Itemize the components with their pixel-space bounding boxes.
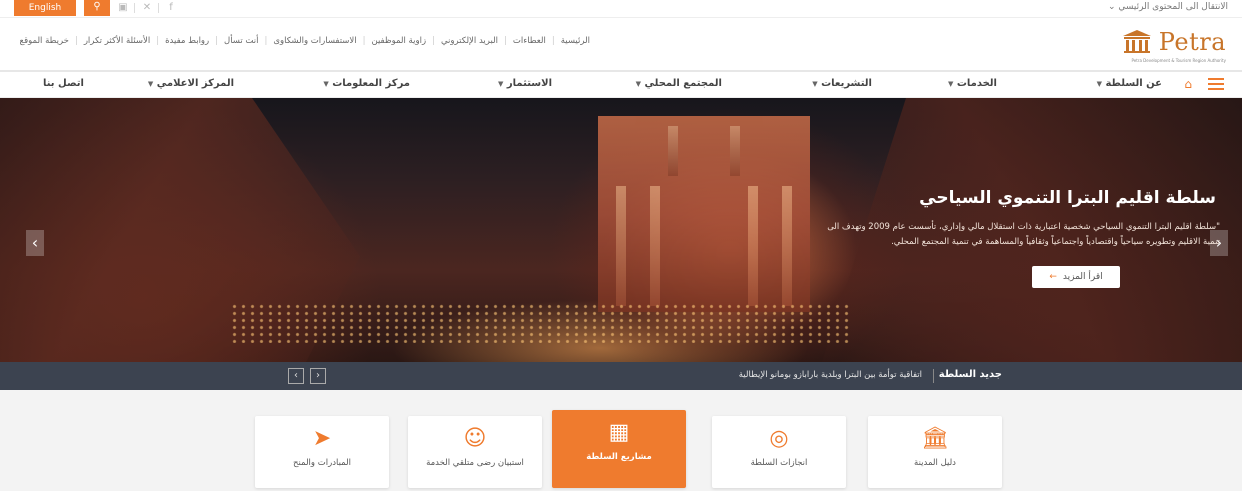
chevron-down-icon: ▼ bbox=[147, 80, 154, 88]
petra-logo[interactable]: Petra Petra Development & Tourism Region… bbox=[1114, 24, 1226, 68]
quick-links: الرئيسية | العطاءات | البريد الإلكتروني | ز… bbox=[19, 36, 590, 46]
hamburger-menu-icon[interactable] bbox=[1208, 78, 1224, 90]
blueprint-icon: ▦ bbox=[608, 420, 630, 445]
search-icon[interactable]: ⚲ bbox=[84, 0, 110, 16]
quick-link-useful-links[interactable]: روابط مفيدة bbox=[165, 36, 209, 46]
ticker-label: جديد السلطة bbox=[938, 369, 1002, 380]
services-section: 🏛 دليل المدينة ◎ انجازات السلطة ▦ مشاريع… bbox=[0, 390, 1242, 491]
quick-link-faq[interactable]: الأسئلة الأكثر تكرار bbox=[84, 36, 150, 46]
building-icon: 🏛 bbox=[921, 426, 949, 451]
nav-item-legislation[interactable]: التشريعات ▼ bbox=[812, 78, 872, 89]
facebook-icon[interactable]: f bbox=[162, 1, 180, 15]
quick-link-complaints[interactable]: الاستفسارات والشكاوى bbox=[273, 36, 356, 46]
quick-link-email[interactable]: البريد الإلكتروني bbox=[441, 36, 498, 46]
nav-item-contact[interactable]: اتصل بنا bbox=[43, 78, 84, 89]
slider-prev-button[interactable]: ‹ bbox=[26, 230, 44, 256]
read-more-label: اقرأ المزيد bbox=[1062, 272, 1103, 282]
logo-text: Petra bbox=[1158, 28, 1226, 56]
chevron-down-icon: ▼ bbox=[812, 80, 818, 88]
chevron-down-icon: ▼ bbox=[947, 80, 954, 88]
topbar-divider bbox=[134, 3, 135, 13]
service-card-label: انجازات السلطة bbox=[750, 458, 808, 468]
nav-item-media-center[interactable]: المركز الاعلامي ▼ bbox=[148, 78, 234, 89]
nav-item-info-center[interactable]: مركز المعلومات ▼ bbox=[323, 78, 410, 89]
service-card-label: دليل المدينة bbox=[914, 458, 956, 468]
quick-link-sitemap[interactable]: خريطة الموقع bbox=[20, 36, 69, 46]
top-utility-bar: English ⚲ ▣ ✕ f الانتقال الى المحتوى الر… bbox=[0, 0, 1242, 18]
target-icon: ◎ bbox=[769, 426, 789, 451]
chevron-down-icon: ▼ bbox=[498, 80, 504, 88]
service-card-label: استبيان رضى متلقي الخدمة bbox=[426, 458, 524, 468]
quick-link-ask[interactable]: أنت تسأل bbox=[224, 36, 259, 46]
nav-item-investment[interactable]: الاستثمار ▼ bbox=[498, 78, 552, 89]
service-card-label: المبادرات والمنح bbox=[293, 458, 351, 468]
service-card-city-guide[interactable]: 🏛 دليل المدينة bbox=[868, 416, 1002, 488]
logo-tagline: Petra Development & Tourism Region Autho… bbox=[1131, 58, 1227, 63]
nav-item-services[interactable]: الخدمات ▼ bbox=[948, 78, 997, 89]
accessibility-icon[interactable]: ▣ bbox=[114, 1, 132, 15]
ticker-prev-button[interactable]: ‹ bbox=[288, 368, 304, 384]
rocket-icon: ➤ bbox=[312, 426, 332, 451]
service-card-initiatives[interactable]: ➤ المبادرات والمنح bbox=[255, 416, 389, 488]
service-card-survey[interactable]: ☺ استبيان رضى متلقي الخدمة bbox=[408, 416, 542, 488]
quick-link-home[interactable]: الرئيسية bbox=[561, 36, 590, 46]
chevron-down-icon: ▼ bbox=[323, 80, 329, 88]
treasury-facade-image bbox=[598, 116, 810, 312]
hero-description: "سلطة اقليم البترا التنموي السياحي شخصية… bbox=[827, 222, 1220, 247]
skip-to-content-link[interactable]: الانتقال الى المحتوى الرئيسي ⌄ bbox=[1108, 2, 1228, 12]
language-switch-button[interactable]: English bbox=[14, 0, 76, 16]
quick-link-tenders[interactable]: العطاءات bbox=[513, 36, 546, 46]
ticker-next-button[interactable]: › bbox=[310, 368, 326, 384]
service-card-projects[interactable]: ▦ مشاريع السلطة bbox=[552, 410, 686, 488]
ticker-news-item[interactable]: اتفاقية توأمة بين البترا وبلدية بارابازو… bbox=[739, 370, 922, 380]
home-icon[interactable]: ⌂ bbox=[1184, 77, 1192, 91]
service-card-achievements[interactable]: ◎ انجازات السلطة bbox=[712, 416, 846, 488]
columns-logo-icon bbox=[1123, 30, 1151, 53]
hero-title: سلطة اقليم البترا التنموي السياحي bbox=[919, 188, 1216, 208]
topbar-divider bbox=[158, 3, 159, 13]
chevron-down-icon: ▼ bbox=[635, 80, 642, 88]
main-navigation: ⌂ عن السلطة ▼ الخدمات ▼ التشريعات ▼ المج… bbox=[0, 70, 1242, 98]
service-card-label: مشاريع السلطة bbox=[586, 452, 652, 462]
site-header: الرئيسية | العطاءات | البريد الإلكتروني | ز… bbox=[0, 18, 1242, 70]
x-social-icon[interactable]: ✕ bbox=[138, 1, 156, 15]
survey-icon: ☺ bbox=[463, 426, 487, 451]
candlelight-image bbox=[230, 303, 850, 343]
quick-link-employees[interactable]: زاوية الموظفين bbox=[372, 36, 427, 46]
news-ticker: ‹ › اتفاقية توأمة بين البترا وبلدية بارا… bbox=[0, 362, 1242, 390]
chevron-down-icon: ▼ bbox=[1096, 80, 1102, 88]
nav-item-about[interactable]: عن السلطة ▼ bbox=[1097, 78, 1162, 89]
arrow-left-icon: ← bbox=[1049, 272, 1057, 282]
hero-slider: ‹ › سلطة اقليم البترا التنموي السياحي "س… bbox=[0, 98, 1242, 362]
nav-item-community[interactable]: المجتمع المحلي ▼ bbox=[636, 78, 722, 89]
read-more-button[interactable]: اقرأ المزيد ← bbox=[1032, 266, 1120, 288]
ticker-divider bbox=[933, 369, 934, 383]
